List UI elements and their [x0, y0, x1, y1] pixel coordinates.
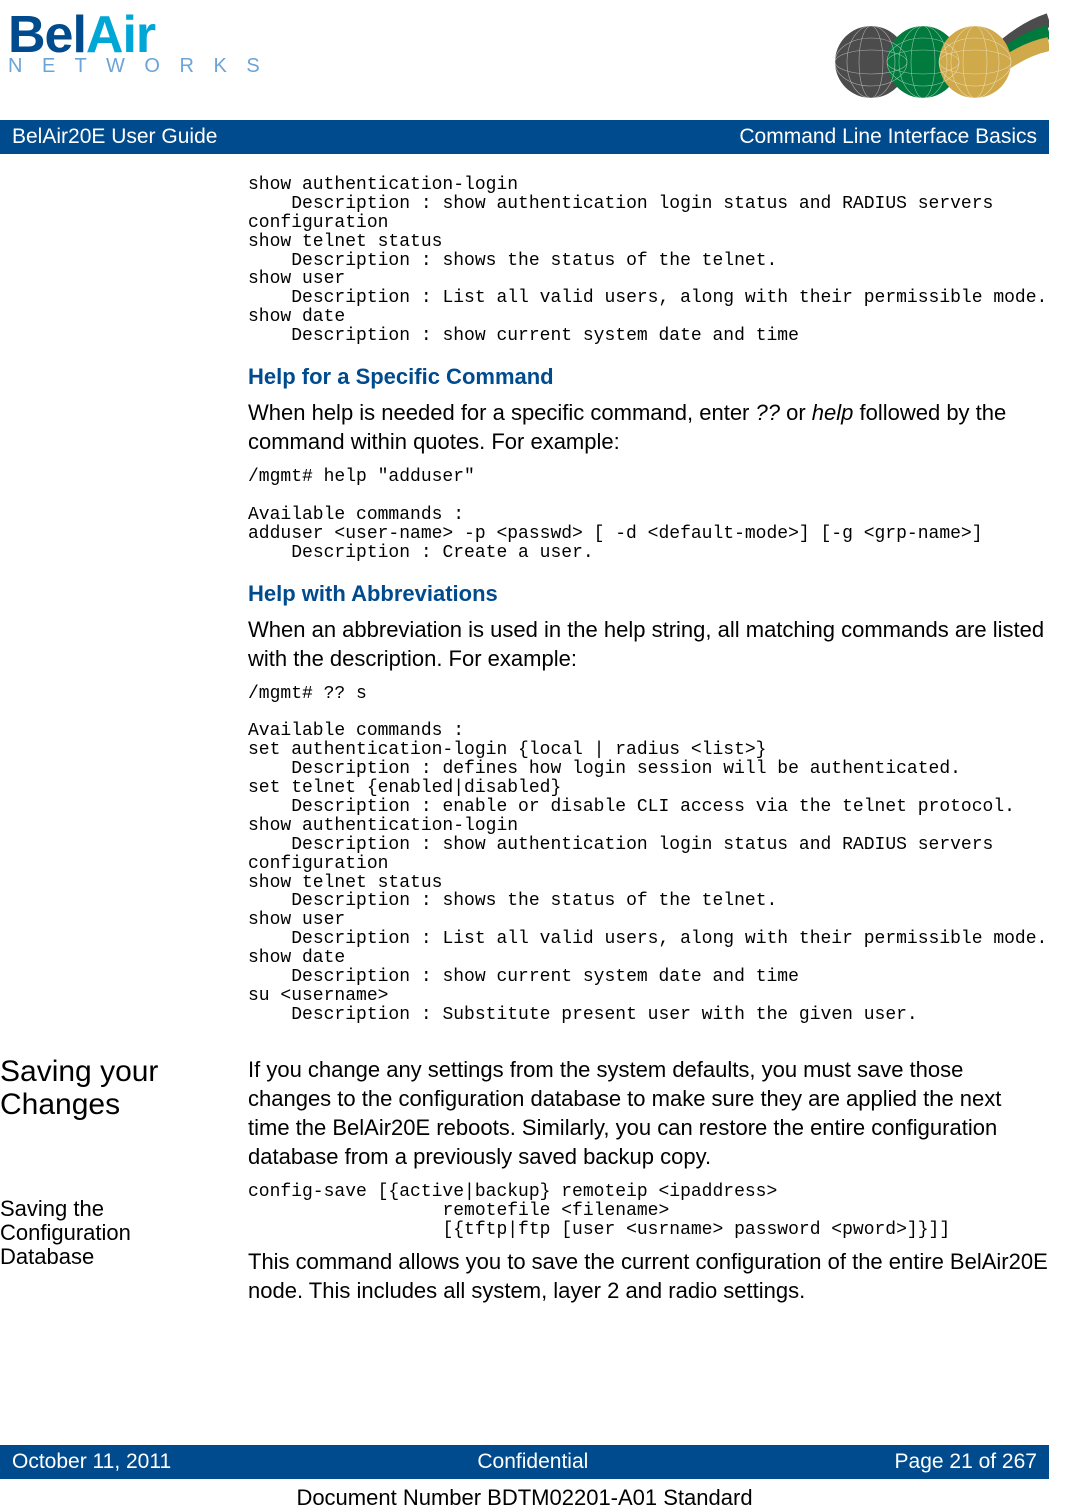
doc-title-left: BelAir20E User Guide: [12, 125, 217, 149]
heading-help-abbrev: Help with Abbreviations: [248, 581, 1049, 607]
footer-confidential: Confidential: [477, 1450, 588, 1474]
globes-icon: [819, 10, 1049, 110]
title-bar: BelAir20E User Guide Command Line Interf…: [0, 120, 1049, 154]
text-qq: ??: [756, 400, 780, 425]
logo-networks: N E T W O R K S: [8, 55, 267, 78]
code-block-abbrev: /mgmt# ?? s Available commands : set aut…: [248, 685, 1049, 1025]
doc-title-right: Command Line Interface Basics: [739, 125, 1037, 149]
logo: BelAir N E T W O R K S: [8, 10, 267, 78]
para-help-specific: When help is needed for a specific comma…: [248, 398, 1049, 456]
text-fragment: or: [780, 400, 812, 425]
code-block-show-commands: show authentication-login Description : …: [248, 176, 1049, 346]
page-header: BelAir N E T W O R K S: [0, 10, 1049, 116]
footer-date: October 11, 2011: [12, 1450, 171, 1474]
para-help-abbrev: When an abbreviation is used in the help…: [248, 615, 1049, 673]
footer-page-number: Page 21 of 267: [895, 1450, 1037, 1474]
para-saving-intro: If you change any settings from the syst…: [248, 1055, 1049, 1171]
text-fragment: When help is needed for a specific comma…: [248, 400, 756, 425]
para-config-save: This command allows you to save the curr…: [248, 1247, 1049, 1305]
side-heading-saving-changes: Saving your Changes: [0, 1055, 230, 1121]
side-heading-saving-db: Saving the Configuration Database: [0, 1197, 230, 1270]
footer-document-number: Document Number BDTM02201-A01 Standard: [0, 1479, 1049, 1511]
text-help: help: [812, 400, 854, 425]
code-block-help-adduser: /mgmt# help "adduser" Available commands…: [248, 468, 1049, 562]
page-footer: October 11, 2011 Confidential Page 21 of…: [0, 1441, 1049, 1511]
code-block-config-save: config-save [{active|backup} remoteip <i…: [248, 1183, 1049, 1240]
heading-help-specific: Help for a Specific Command: [248, 364, 1049, 390]
